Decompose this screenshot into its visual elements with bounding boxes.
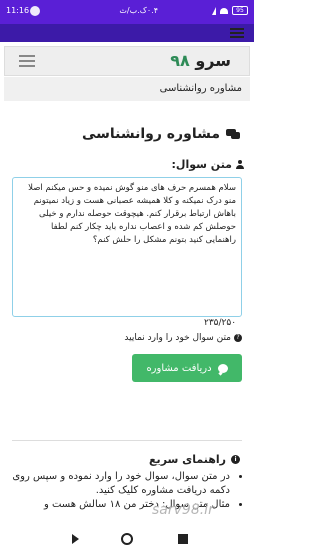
- comments-icon: [226, 128, 240, 140]
- notification-icon: [30, 6, 40, 16]
- question-hint: ? متن سوال خود را وارد نمایید: [124, 333, 242, 343]
- recent-apps-icon[interactable]: [178, 534, 188, 544]
- network-speed: ۰.۴ک.ب/ث: [119, 6, 158, 15]
- site-navbar: سرو ۹۸: [4, 46, 250, 76]
- question-textarea[interactable]: سلام همسرم حرف های منو گوش نمیده و حس می…: [12, 177, 242, 317]
- page-title-text: مشاوره روانشناسی: [81, 126, 220, 142]
- android-nav-bar: [0, 528, 254, 550]
- breadcrumb[interactable]: مشاوره روانشناسی: [4, 77, 250, 101]
- hamburger-menu-icon[interactable]: [230, 28, 244, 38]
- signal-icon: [212, 6, 216, 15]
- page-title: مشاوره روانشناسی: [82, 126, 240, 142]
- submit-consultation-button[interactable]: دریافت مشاوره: [132, 354, 242, 382]
- status-bar: 11:16 ۰.۴ک.ب/ث 95: [0, 0, 254, 24]
- status-time: 11:16: [6, 6, 30, 15]
- submit-label: دریافت مشاوره: [146, 362, 212, 374]
- guide-title-text: راهنمای سریع: [149, 453, 226, 466]
- chat-icon: [217, 363, 228, 373]
- char-counter: ۲۳۵/۲۵۰: [204, 318, 237, 328]
- brand-text: سرو: [195, 51, 231, 70]
- question-label-text: متن سوال:: [171, 158, 232, 171]
- question-hint-text: متن سوال خود را وارد نمایید: [124, 333, 231, 343]
- status-icons: 95: [212, 6, 248, 15]
- app-top-bar: [0, 24, 254, 42]
- brand-number: ۹۸: [170, 51, 190, 70]
- guide-title: i راهنمای سریع: [149, 453, 240, 466]
- divider: [12, 440, 242, 441]
- navbar-toggle-icon[interactable]: [19, 55, 35, 67]
- watermark-text: sarv98.ir: [152, 502, 214, 518]
- user-icon: [236, 160, 244, 169]
- question-label: متن سوال:: [172, 158, 244, 171]
- question-circle-icon: ?: [234, 334, 242, 342]
- battery-icon: 95: [232, 6, 248, 15]
- guide-item: در متن سوال، سوال خود را وارد نموده و سپ…: [10, 470, 230, 498]
- home-icon[interactable]: [121, 533, 133, 545]
- back-icon[interactable]: [72, 534, 79, 544]
- brand-logo[interactable]: سرو ۹۸: [170, 51, 231, 70]
- info-icon: i: [231, 455, 240, 464]
- wifi-icon: [220, 7, 228, 14]
